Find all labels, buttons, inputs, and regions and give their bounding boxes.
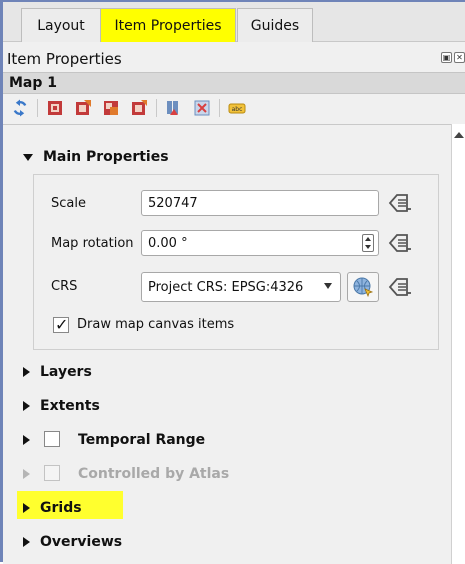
extent-from-canvas-icon[interactable] <box>46 99 64 117</box>
section-overviews[interactable]: Overviews <box>23 531 122 553</box>
item-name: Map 1 <box>9 75 58 91</box>
section-extents[interactable]: Extents <box>23 395 100 417</box>
crs-label: CRS <box>51 279 78 294</box>
draw-canvas-items-checkbox[interactable]: ✓ <box>53 315 69 334</box>
scale-value: 520747 <box>148 195 198 211</box>
center-to-canvas-icon[interactable] <box>130 99 148 117</box>
section-grids-label: Grids <box>40 500 82 516</box>
atlas-checkbox[interactable] <box>44 465 62 483</box>
section-atlas-label: Controlled by Atlas <box>78 466 230 482</box>
zoom-to-atlas-icon[interactable] <box>193 99 211 117</box>
temporal-range-checkbox-box <box>44 431 60 447</box>
data-defined-override-icon[interactable] <box>388 276 411 298</box>
tab-guides[interactable]: Guides <box>237 8 313 42</box>
spin-buttons-icon[interactable] <box>362 234 374 252</box>
center-from-canvas-icon[interactable] <box>102 99 120 117</box>
section-layers-label: Layers <box>40 364 92 380</box>
scale-label: Scale <box>51 196 86 211</box>
toolbar-separator <box>37 99 38 117</box>
panel-title: Item Properties <box>7 50 122 68</box>
crs-select[interactable]: Project CRS: EPSG:4326 <box>141 272 341 302</box>
crs-value: Project CRS: EPSG:4326 <box>148 279 304 295</box>
refresh-icon[interactable] <box>11 99 29 117</box>
scale-input[interactable]: 520747 <box>141 190 379 216</box>
collapse-arrow-icon <box>23 153 33 161</box>
float-icon[interactable]: ▣ <box>441 52 452 63</box>
section-temporal-range-label: Temporal Range <box>78 432 206 448</box>
item-toolbar: abc <box>3 94 465 122</box>
expand-arrow-icon <box>23 537 30 547</box>
toolbar-separator <box>156 99 157 117</box>
section-main-properties[interactable]: Main Properties <box>23 146 169 168</box>
toolbar-separator <box>219 99 220 117</box>
rotation-value: 0.00 ° <box>148 235 188 251</box>
section-grids[interactable]: Grids <box>23 497 82 519</box>
rotation-spinbox[interactable]: 0.00 ° <box>141 230 379 256</box>
extent-to-canvas-icon[interactable] <box>74 99 92 117</box>
data-defined-override-icon[interactable] <box>388 192 411 214</box>
rotation-label: Map rotation <box>51 236 134 251</box>
vertical-scrollbar[interactable] <box>451 124 465 564</box>
tab-layout[interactable]: Layout <box>21 8 101 42</box>
labels-icon[interactable]: abc <box>228 99 246 117</box>
temporal-range-checkbox[interactable] <box>44 431 62 449</box>
expand-arrow-icon <box>23 503 30 513</box>
expand-arrow-icon <box>23 401 30 411</box>
item-name-bar: Map 1 <box>3 72 465 94</box>
check-icon: ✓ <box>55 315 69 334</box>
crs-selector-button[interactable] <box>347 272 379 302</box>
section-temporal-range[interactable]: Temporal Range <box>23 429 205 451</box>
section-extents-label: Extents <box>40 398 100 414</box>
section-layers[interactable]: Layers <box>23 361 92 383</box>
bookmarks-icon[interactable] <box>165 99 183 117</box>
section-main-properties-label: Main Properties <box>43 149 169 165</box>
tab-bar: Layout Item Properties Guides <box>3 2 465 42</box>
close-icon[interactable]: ✕ <box>454 52 465 63</box>
chevron-down-icon <box>324 283 332 289</box>
section-controlled-by-atlas[interactable]: Controlled by Atlas <box>23 463 229 485</box>
section-overviews-label: Overviews <box>40 534 123 550</box>
draw-canvas-items-label: Draw map canvas items <box>77 317 235 332</box>
panel-title-buttons: ▣ ✕ <box>441 52 465 63</box>
expand-arrow-icon <box>23 367 30 377</box>
expand-arrow-icon <box>23 469 30 479</box>
svg-text:abc: abc <box>232 106 243 113</box>
scroll-up-arrow-icon[interactable] <box>454 132 464 138</box>
data-defined-override-icon[interactable] <box>388 232 411 254</box>
atlas-checkbox-box <box>44 465 60 481</box>
expand-arrow-icon <box>23 435 30 445</box>
layout-panel-frame: Layout Item Properties Guides Item Prope… <box>0 0 465 564</box>
tab-item-properties[interactable]: Item Properties <box>100 8 236 42</box>
